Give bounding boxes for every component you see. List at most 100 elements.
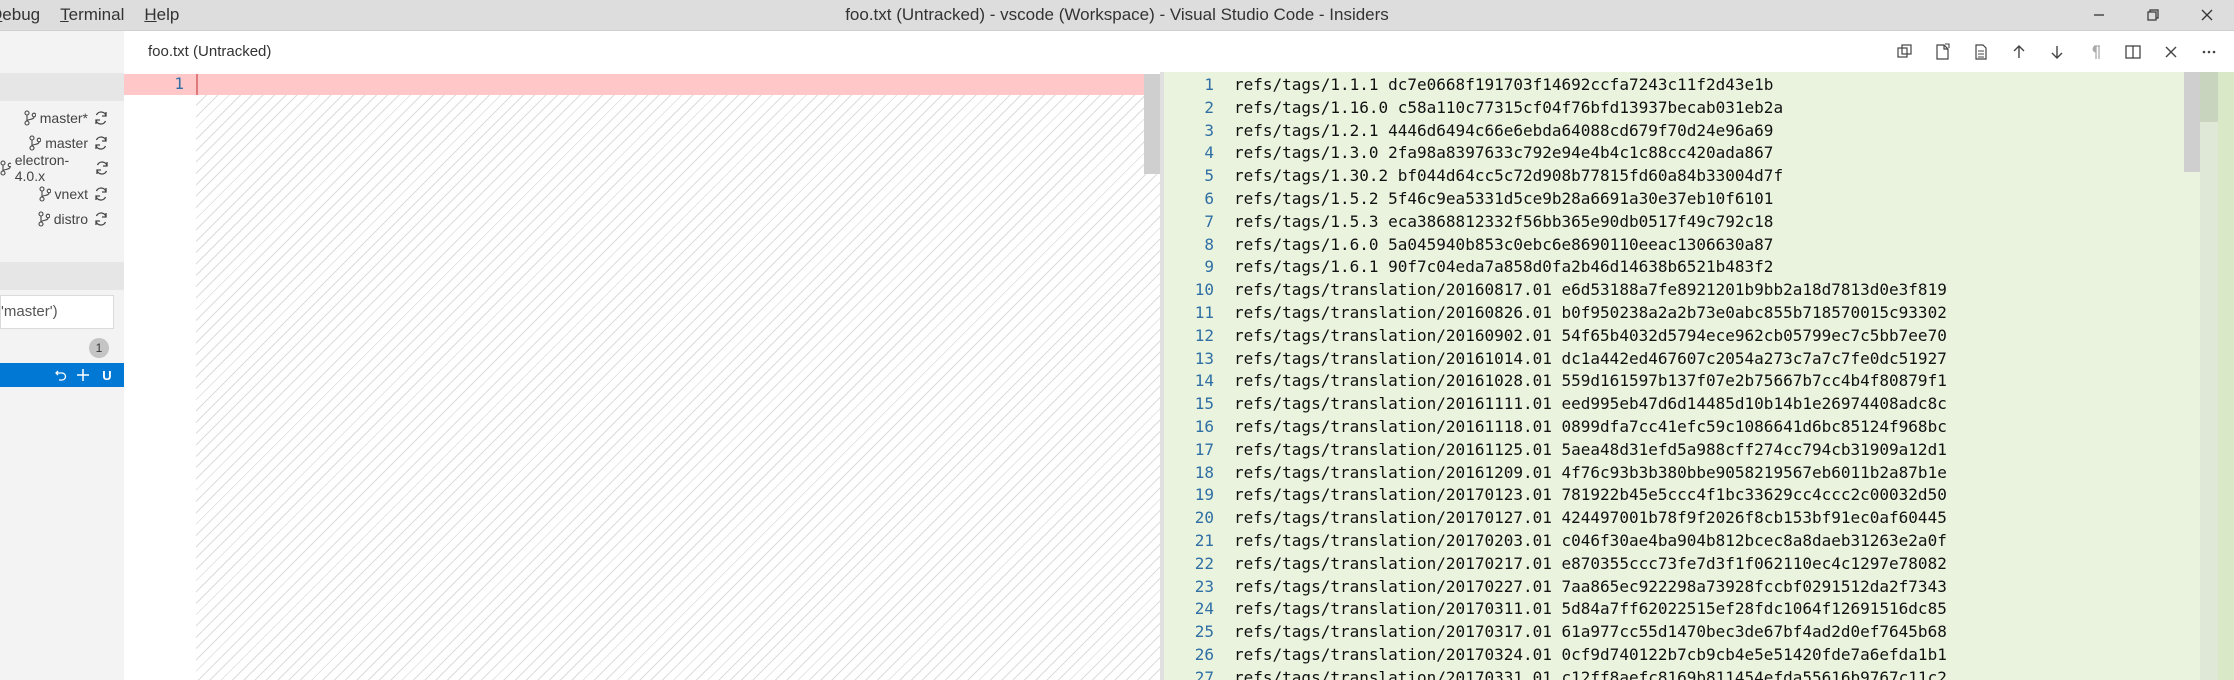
code-line: 9 refs/tags/1.6.1 90f7c04eda7a858d0fa2b46… (1164, 256, 2184, 279)
code-line: 6 refs/tags/1.5.2 5f46c9ea5331d5ce9b28a66… (1164, 188, 2184, 211)
split-editor-icon (2125, 44, 2141, 59)
split-editor-button[interactable] (2114, 37, 2152, 67)
previous-change-button[interactable] (2000, 37, 2038, 67)
repository-branch-row[interactable]: master* (0, 105, 124, 131)
branch-label: master (45, 135, 88, 151)
sync-button[interactable] (88, 211, 114, 227)
changed-file-row[interactable]: U (0, 363, 124, 387)
stage-file-button[interactable] (1962, 37, 2000, 67)
discard-icon (55, 370, 67, 381)
more-actions-button[interactable] (2190, 37, 2228, 67)
diff-overview-added (2218, 72, 2234, 680)
line-number: 21 (1194, 531, 1214, 550)
line-text: refs/tags/translation/20170317.01 61a977… (1234, 622, 1947, 642)
restore-button[interactable] (2126, 0, 2180, 30)
sync-button[interactable] (88, 110, 114, 126)
arrow-up-icon (2013, 44, 2025, 58)
close-window-button[interactable] (2180, 0, 2234, 30)
line-number: 8 (1204, 234, 1214, 254)
code-line: 14 refs/tags/translation/20161028.01 559d… (1164, 370, 2184, 393)
line-number: 2 (1204, 97, 1214, 117)
line-number: 1 (174, 74, 184, 93)
stage-changes-button[interactable] (72, 367, 94, 383)
next-change-button[interactable] (2038, 37, 2076, 67)
line-number: 22 (1194, 553, 1214, 573)
line-number: 1 (1204, 75, 1214, 94)
pilcrow-icon (2092, 44, 2100, 59)
line-number: 7 (1204, 211, 1214, 231)
line-number: 19 (1194, 485, 1214, 505)
line-text: refs/tags/1.5.3 eca3868812332f56bb365e90… (1234, 211, 1774, 231)
overview-ruler-viewport[interactable] (2200, 72, 2218, 122)
sync-icon (95, 136, 107, 150)
line-text: refs/tags/translation/20161209.01 4f76c9… (1234, 462, 1947, 482)
menu-help[interactable]: Help (144, 5, 179, 25)
code-line: 1 refs/tags/1.1.1 dc7e0668f191703f14692cc… (1164, 74, 2184, 97)
title-bar: Debug Terminal Help foo.txt (Untracked) - … (0, 0, 2234, 31)
removed-line-content (196, 74, 1166, 95)
line-text: refs/tags/translation/20170311.01 5d84a7… (1234, 599, 1947, 619)
menu-debug[interactable]: Debug (0, 5, 40, 25)
close-icon (2201, 9, 2213, 21)
commit-message-input[interactable]: 'master') (0, 295, 114, 329)
stage-icon (77, 369, 89, 381)
code-line: 27 refs/tags/translation/20170331.01 c12f… (1164, 667, 2184, 680)
line-number: 16 (1194, 417, 1214, 436)
repository-branch-row[interactable]: distro (0, 206, 124, 232)
source-control-sidebar: master* master electron-4.0.x vnext distro '… (0, 31, 125, 680)
sync-button[interactable] (88, 135, 114, 151)
code-line: 2 refs/tags/1.16.0 c58a110c77315cf04f76bf… (1164, 97, 2184, 120)
sync-icon (96, 161, 109, 175)
scrollbar-thumb[interactable] (2184, 72, 2200, 172)
code-line: 20 refs/tags/translation/20170127.01 4244… (1164, 507, 2184, 530)
menu-bar: Debug Terminal Help (0, 0, 199, 30)
line-number: 10 (1194, 280, 1214, 300)
line-number: 11 (1194, 303, 1214, 322)
minimize-button[interactable] (2072, 0, 2126, 30)
code-line: 25 refs/tags/translation/20170317.01 61a9… (1164, 621, 2184, 644)
line-text: refs/tags/translation/20161125.01 5aea48… (1234, 439, 1947, 459)
branch-label: master* (39, 110, 88, 126)
line-text: refs/tags/translation/20170217.01 e87035… (1234, 553, 1947, 573)
open-changes-button[interactable] (1886, 37, 1924, 67)
menu-terminal[interactable]: Terminal (60, 5, 124, 25)
repository-branch-row[interactable]: electron-4.0.x (0, 152, 124, 184)
sync-icon (95, 111, 107, 125)
repositories-header (0, 73, 124, 101)
code-line: 17 refs/tags/translation/20161125.01 5aea… (1164, 439, 2184, 462)
diff-modified-pane[interactable]: 1 refs/tags/1.1.1 dc7e0668f191703f14692cc… (1164, 72, 2234, 680)
branch-label: vnext (54, 186, 88, 202)
open-file-button[interactable] (1924, 37, 1962, 67)
line-number: 6 (1204, 189, 1214, 208)
code-line: 13 refs/tags/translation/20161014.01 dc1a… (1164, 348, 2184, 371)
line-number: 18 (1194, 462, 1214, 482)
arrow-down-icon (2051, 45, 2063, 59)
git-branch-icon (24, 110, 36, 126)
line-text: refs/tags/1.6.1 90f7c04eda7a858d0fa2b46d… (1234, 257, 1774, 277)
editor-tab-title[interactable]: foo.txt (Untracked) (148, 31, 271, 72)
overview-ruler (2200, 72, 2218, 680)
repository-branch-row[interactable]: vnext (0, 181, 124, 207)
line-number: 23 (1194, 576, 1214, 596)
code-line: 5 refs/tags/1.30.2 bf044d64cc5c72d908b778… (1164, 165, 2184, 188)
diff-original-pane[interactable]: 1 (124, 72, 1166, 680)
line-number: 26 (1194, 645, 1214, 664)
sync-button[interactable] (91, 160, 114, 176)
code-line: 26 refs/tags/translation/20170324.01 0cf9… (1164, 644, 2184, 667)
toggle-whitespace-button[interactable] (2076, 37, 2114, 67)
discard-changes-button[interactable] (50, 367, 72, 383)
line-text: refs/tags/translation/20161028.01 559d16… (1234, 371, 1947, 391)
line-text: refs/tags/1.2.1 4446d6494c66e6ebda64088c… (1234, 120, 1774, 140)
close-editor-button[interactable] (2152, 37, 2190, 67)
git-branch-icon (38, 211, 50, 227)
editor-title-bar: foo.txt (Untracked) (124, 31, 2234, 72)
line-text: refs/tags/translation/20170127.01 424497… (1234, 508, 1947, 528)
sync-button[interactable] (88, 186, 114, 202)
line-text: refs/tags/1.6.0 5a045940b853c0ebc6e86901… (1234, 234, 1774, 254)
changes-header (0, 262, 124, 290)
close-icon (2165, 46, 2177, 57)
git-branch-icon (0, 160, 11, 176)
more-icon (2202, 50, 2216, 53)
scrollbar-thumb[interactable] (1144, 74, 1160, 174)
line-text: refs/tags/1.16.0 c58a110c77315cf04f76bfd… (1234, 97, 1784, 117)
